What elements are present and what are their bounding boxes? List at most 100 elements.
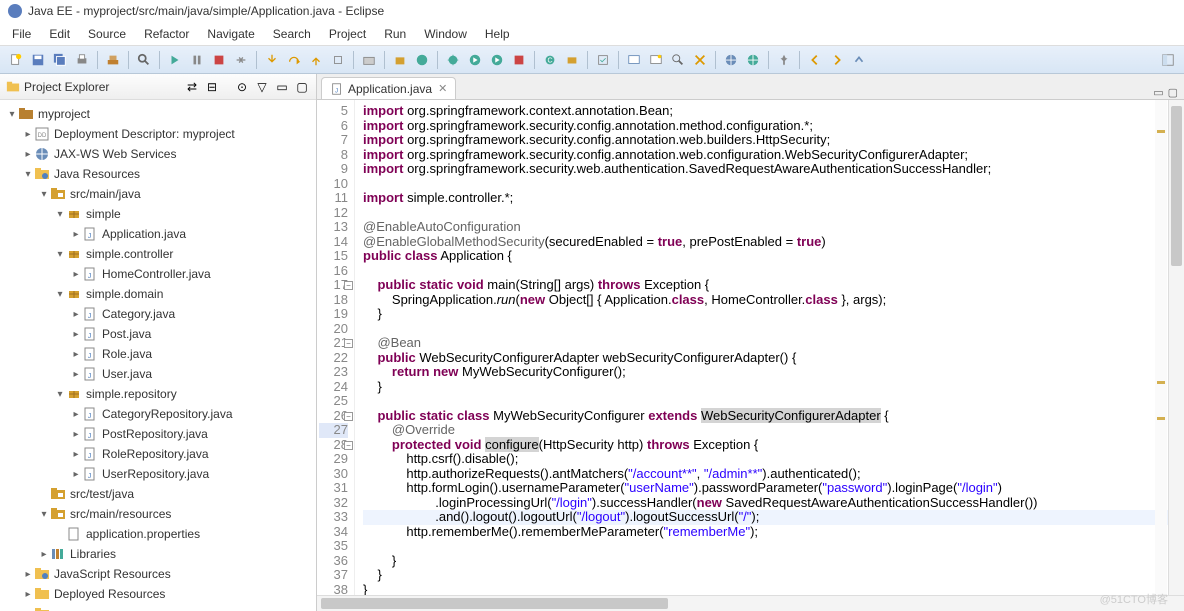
menu-edit[interactable]: Edit (41, 25, 78, 43)
menu-navigate[interactable]: Navigate (199, 25, 262, 43)
twisty-icon[interactable]: ▾ (54, 389, 66, 400)
twisty-icon[interactable]: ▾ (54, 209, 66, 220)
twisty-icon[interactable]: ▸ (70, 449, 82, 460)
type-icon[interactable] (412, 50, 432, 70)
run-icon[interactable] (465, 50, 485, 70)
twisty-icon[interactable]: ▾ (22, 169, 34, 180)
step-return-icon[interactable] (306, 50, 326, 70)
horizontal-scrollbar[interactable] (317, 595, 1184, 611)
line-gutter[interactable]: 5678910111213141516171819202122232425262… (317, 100, 355, 595)
menu-refactor[interactable]: Refactor (136, 25, 197, 43)
pause-icon[interactable] (187, 50, 207, 70)
tree-node[interactable]: ▸JPost.java (2, 324, 314, 344)
twisty-icon[interactable]: ▸ (70, 409, 82, 420)
pin-icon[interactable] (774, 50, 794, 70)
search-icon[interactable] (134, 50, 154, 70)
stop-icon[interactable] (209, 50, 229, 70)
focus-icon[interactable]: ⊙ (234, 79, 250, 95)
up-icon[interactable] (849, 50, 869, 70)
forward-icon[interactable] (827, 50, 847, 70)
tree-node[interactable]: ▸Libraries (2, 544, 314, 564)
disconnect-icon[interactable] (231, 50, 251, 70)
tree-node[interactable]: src/test/java (2, 484, 314, 504)
twisty-icon[interactable]: ▸ (22, 569, 34, 580)
tree-node[interactable]: ▸JCategory.java (2, 304, 314, 324)
project-tree[interactable]: ▾myproject▸DDDeployment Descriptor: mypr… (0, 100, 316, 611)
open-type-icon[interactable] (668, 50, 688, 70)
tree-node[interactable]: ▾src/main/resources (2, 504, 314, 524)
new-icon[interactable] (6, 50, 26, 70)
tree-node[interactable]: ▸JHomeController.java (2, 264, 314, 284)
drop-frame-icon[interactable] (328, 50, 348, 70)
tree-node[interactable]: ▸JUser.java (2, 364, 314, 384)
twisty-icon[interactable]: ▸ (70, 429, 82, 440)
run-last-icon[interactable] (487, 50, 507, 70)
code-content[interactable]: import org.springframework.context.annot… (355, 100, 1184, 595)
ext-tools-icon[interactable] (509, 50, 529, 70)
step-into-icon[interactable] (262, 50, 282, 70)
tree-node[interactable]: ▾Java Resources (2, 164, 314, 184)
close-icon[interactable]: ✕ (438, 82, 447, 95)
tree-node[interactable]: application.properties (2, 524, 314, 544)
maximize-icon[interactable]: ▢ (294, 79, 310, 95)
twisty-icon[interactable]: ▸ (70, 369, 82, 380)
wizard-icon[interactable] (646, 50, 666, 70)
vertical-scrollbar[interactable] (1168, 100, 1184, 611)
tree-node[interactable]: ▸JRole.java (2, 344, 314, 364)
tree-node[interactable]: ▾simple (2, 204, 314, 224)
menu-project[interactable]: Project (321, 25, 374, 43)
code-editor[interactable]: 5678910111213141516171819202122232425262… (317, 100, 1184, 595)
view-menu-icon[interactable]: ▽ (254, 79, 270, 95)
tree-node[interactable]: ▸Deployed Resources (2, 584, 314, 604)
twisty-icon[interactable]: ▸ (22, 589, 34, 600)
link-editor-icon[interactable]: ⇄ (184, 79, 200, 95)
editor-minimize-icon[interactable]: ▭ (1153, 86, 1163, 99)
new-class-icon[interactable]: C (540, 50, 560, 70)
overview-ruler[interactable] (1155, 100, 1167, 611)
new-package-icon[interactable] (562, 50, 582, 70)
tree-node[interactable]: ▸JUserRepository.java (2, 464, 314, 484)
editor-maximize-icon[interactable]: ▢ (1168, 86, 1178, 99)
tree-node[interactable]: ▾myproject (2, 104, 314, 124)
package-icon[interactable] (390, 50, 410, 70)
back-icon[interactable] (805, 50, 825, 70)
menu-file[interactable]: File (4, 25, 39, 43)
print-icon[interactable] (72, 50, 92, 70)
tree-node[interactable]: ▾simple.domain (2, 284, 314, 304)
twisty-icon[interactable]: ▸ (70, 309, 82, 320)
collapse-all-icon[interactable]: ⊟ (204, 79, 220, 95)
minimize-icon[interactable]: ▭ (274, 79, 290, 95)
tree-node[interactable]: ▾simple.repository (2, 384, 314, 404)
menu-source[interactable]: Source (80, 25, 134, 43)
dialog-icon[interactable] (624, 50, 644, 70)
debug-icon[interactable] (443, 50, 463, 70)
twisty-icon[interactable]: ▸ (22, 129, 34, 140)
tree-node[interactable]: ▸DDDeployment Descriptor: myproject (2, 124, 314, 144)
tree-node[interactable]: ▸JPostRepository.java (2, 424, 314, 444)
perspective-icon[interactable] (1158, 50, 1178, 70)
twisty-icon[interactable]: ▸ (22, 149, 34, 160)
open-task-icon[interactable] (593, 50, 613, 70)
twisty-icon[interactable]: ▸ (70, 269, 82, 280)
tree-node[interactable]: ▸JRoleRepository.java (2, 444, 314, 464)
tree-node[interactable]: ▾simple.controller (2, 244, 314, 264)
build-icon[interactable] (103, 50, 123, 70)
twisty-icon[interactable]: ▾ (38, 189, 50, 200)
twisty-icon[interactable]: ▾ (38, 509, 50, 520)
tree-node[interactable]: ▸JApplication.java (2, 224, 314, 244)
toggle-mark-icon[interactable] (690, 50, 710, 70)
tree-node[interactable]: ▸JavaScript Resources (2, 564, 314, 584)
menu-run[interactable]: Run (376, 25, 414, 43)
twisty-icon[interactable]: ▸ (70, 229, 82, 240)
browser-icon[interactable] (721, 50, 741, 70)
save-all-icon[interactable] (50, 50, 70, 70)
new-server-icon[interactable] (359, 50, 379, 70)
editor-tab-application[interactable]: J Application.java ✕ (321, 77, 456, 99)
twisty-icon[interactable]: ▾ (54, 249, 66, 260)
twisty-icon[interactable]: ▾ (6, 109, 18, 120)
step-over-icon[interactable] (284, 50, 304, 70)
save-icon[interactable] (28, 50, 48, 70)
twisty-icon[interactable]: ▾ (54, 289, 66, 300)
menu-help[interactable]: Help (477, 25, 518, 43)
twisty-icon[interactable]: ▸ (70, 329, 82, 340)
